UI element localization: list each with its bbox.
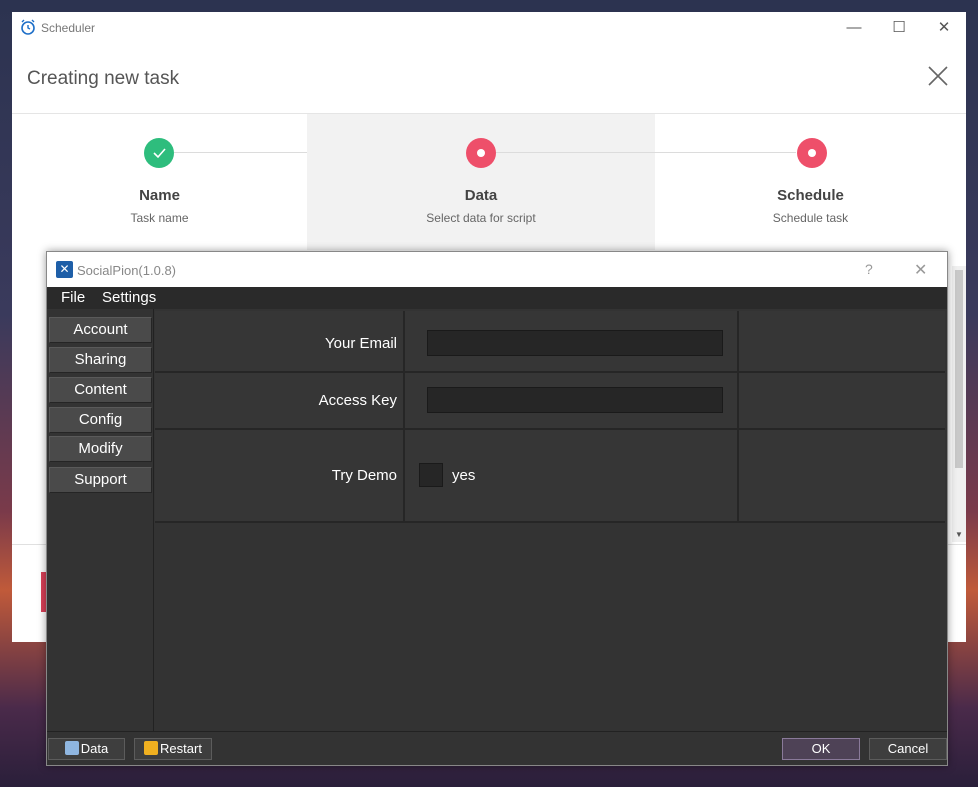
page-title: Creating new task: [27, 68, 180, 89]
sidebar-item-content[interactable]: Content: [49, 377, 152, 403]
dialog-button-bar: Data Restart OK Cancel: [47, 731, 947, 765]
menu-file[interactable]: File: [61, 289, 85, 306]
dialog-titlebar: ✕ SocialPion(1.0.8) ? ✕: [47, 252, 947, 287]
step-schedule[interactable]: Schedule Schedule task: [655, 114, 966, 250]
try-demo-label: Try Demo: [331, 467, 397, 484]
scroll-down-icon[interactable]: ▼: [955, 530, 963, 539]
sidebar-item-config[interactable]: Config: [49, 407, 152, 433]
step-name-step[interactable]: Name Task name: [12, 114, 307, 250]
form-row-email: Your Email: [155, 311, 945, 373]
minimize-button[interactable]: —: [844, 18, 864, 38]
try-demo-option-label[interactable]: yes: [452, 467, 475, 484]
sidebar-item-account[interactable]: Account: [49, 317, 152, 343]
sidebar: Account Sharing Content Config Modify Su…: [47, 309, 154, 731]
dialog-title: SocialPion(1.0.8): [77, 263, 176, 278]
checkmark-icon: [153, 148, 166, 159]
scrollbar[interactable]: ▼: [952, 266, 966, 542]
restart-icon: [144, 741, 159, 755]
scheduler-header: Creating new task: [12, 44, 966, 114]
window-close-button[interactable]: ✕: [934, 18, 954, 38]
email-field[interactable]: [427, 330, 723, 356]
scrollbar-thumb[interactable]: [955, 270, 963, 468]
close-icon[interactable]: [926, 64, 950, 88]
step-active-circle: [466, 138, 496, 168]
sidebar-item-sharing[interactable]: Sharing: [49, 347, 152, 373]
account-form: Your Email Access Key Try Demo yes: [155, 309, 947, 731]
help-button[interactable]: ?: [865, 261, 873, 277]
step-desc: Schedule task: [772, 211, 849, 225]
alarm-clock-icon: [21, 19, 35, 35]
access-key-label: Access Key: [318, 392, 397, 409]
email-label: Your Email: [325, 335, 397, 352]
restart-button-label: Restart: [160, 741, 202, 756]
step-pending-circle: [797, 138, 827, 168]
step-desc: Select data for script: [426, 211, 536, 225]
step-data[interactable]: Data Select data for script: [307, 114, 655, 250]
dialog-close-button[interactable]: ✕: [914, 260, 927, 280]
database-icon: [64, 741, 79, 755]
socialpion-dialog: ✕ SocialPion(1.0.8) ? ✕ File Settings Ac…: [46, 251, 948, 766]
step-name: Data: [464, 187, 498, 204]
step-done-circle: [144, 138, 174, 168]
menu-settings[interactable]: Settings: [102, 289, 156, 306]
maximize-button[interactable]: ☐: [889, 18, 909, 38]
step-desc: Task name: [130, 211, 189, 225]
data-button[interactable]: Data: [48, 738, 125, 760]
access-key-field[interactable]: [427, 387, 723, 413]
menubar: File Settings: [47, 287, 947, 309]
try-demo-checkbox[interactable]: [419, 463, 443, 487]
ok-button[interactable]: OK: [782, 738, 860, 760]
cancel-button[interactable]: Cancel: [869, 738, 947, 760]
restart-button[interactable]: Restart: [134, 738, 212, 760]
form-row-try-demo: Try Demo yes: [155, 430, 945, 523]
form-row-access-key: Access Key: [155, 373, 945, 430]
socialpion-logo-icon: ✕: [56, 261, 73, 278]
scheduler-app-title: Scheduler: [41, 21, 96, 35]
sidebar-item-modify[interactable]: Modify: [49, 436, 152, 462]
stepper: Data Select data for script Name Task na…: [12, 114, 966, 250]
step-name: Schedule: [777, 187, 844, 204]
sidebar-item-support[interactable]: Support: [49, 467, 152, 493]
scheduler-titlebar: Scheduler — ☐ ✕: [12, 12, 966, 44]
data-button-label: Data: [80, 741, 109, 756]
step-name: Name: [139, 187, 180, 204]
